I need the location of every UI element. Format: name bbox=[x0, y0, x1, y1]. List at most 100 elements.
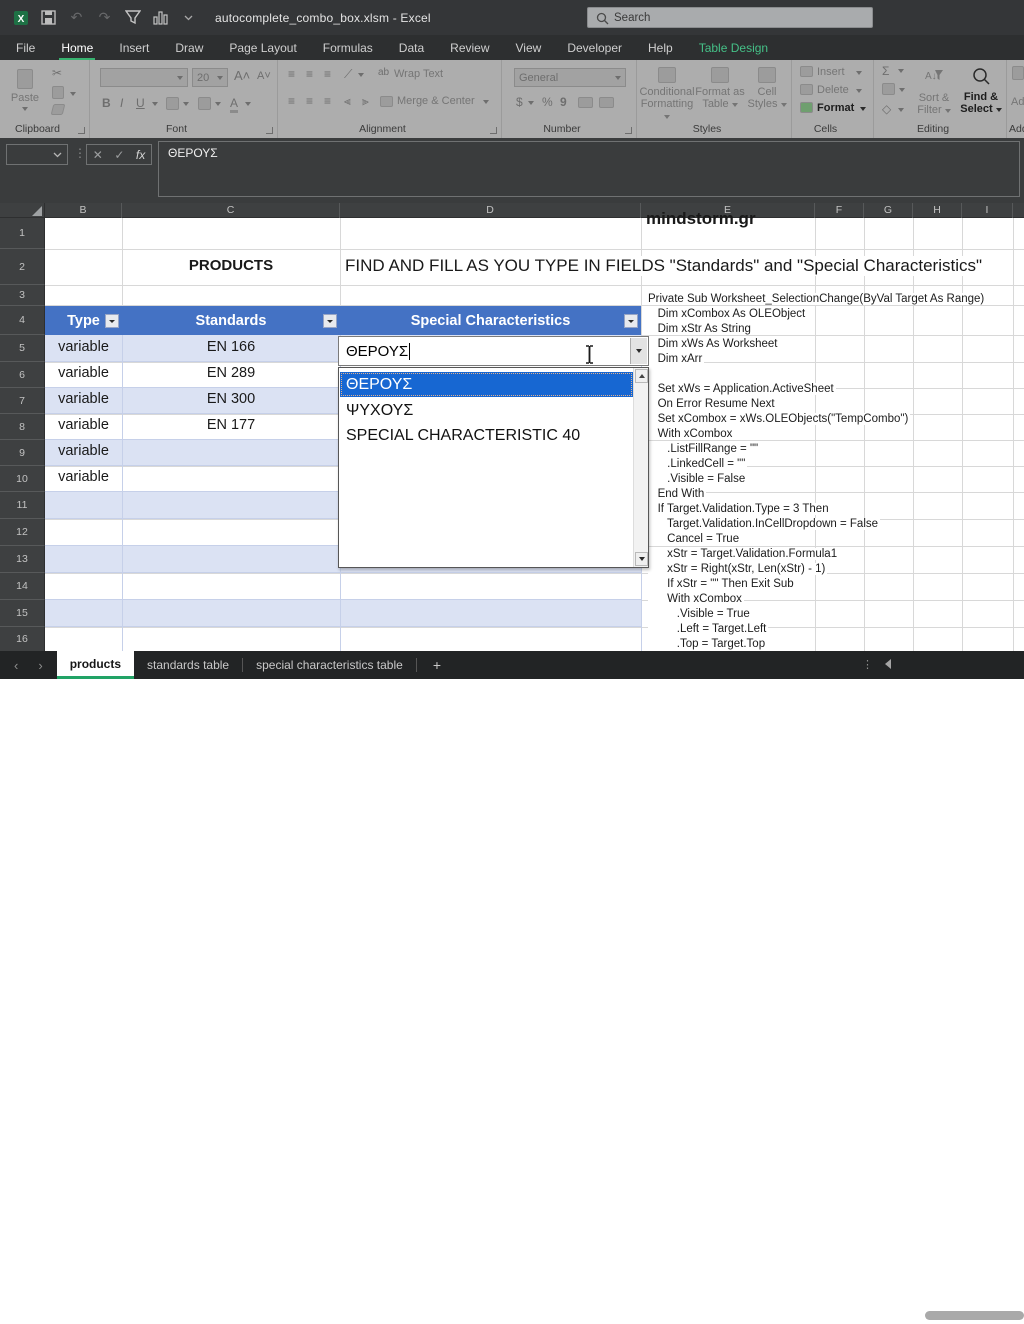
underline-button[interactable]: U bbox=[136, 96, 145, 110]
sheet-tab-standards-table[interactable]: standards table bbox=[134, 651, 242, 679]
tab-page-layout[interactable]: Page Layout bbox=[229, 41, 296, 55]
column-header-D[interactable]: D bbox=[340, 203, 641, 218]
cell-B7[interactable]: variable bbox=[45, 391, 122, 407]
combobox-dropdown-button[interactable] bbox=[630, 338, 647, 364]
column-header-I[interactable]: I bbox=[962, 203, 1013, 218]
format-painter-button[interactable] bbox=[51, 104, 66, 115]
filter-funnel-icon[interactable] bbox=[124, 9, 141, 26]
sort-filter-button[interactable]: A↓ Sort &Filter bbox=[912, 60, 956, 116]
search-box[interactable] bbox=[587, 7, 873, 28]
row-header-12[interactable]: 12 bbox=[0, 519, 45, 546]
dropdown-option-2[interactable]: ΨΥΧΟΥΣ bbox=[340, 398, 633, 423]
orientation-dropdown-icon[interactable] bbox=[358, 73, 364, 77]
dropdown-option-3[interactable]: SPECIAL CHARACTERISTIC 40 bbox=[340, 423, 633, 448]
align-left-button[interactable]: ≡ bbox=[288, 94, 295, 108]
table-header-standards[interactable]: Standards bbox=[122, 306, 340, 335]
cancel-icon[interactable]: ✕ bbox=[93, 148, 103, 162]
clear-dropdown-icon[interactable] bbox=[898, 108, 904, 112]
cell-C2[interactable]: PRODUCTS bbox=[122, 257, 340, 274]
row-header-2[interactable]: 2 bbox=[0, 249, 45, 285]
column-header-B[interactable]: B bbox=[45, 203, 122, 218]
save-icon[interactable] bbox=[40, 9, 57, 26]
column-header-F[interactable]: F bbox=[815, 203, 864, 218]
undo-icon[interactable]: ↶ bbox=[68, 9, 85, 26]
row-header-9[interactable]: 9 bbox=[0, 440, 45, 466]
orientation-button[interactable]: ⟋ bbox=[344, 67, 352, 82]
row-header-4[interactable]: 4 bbox=[0, 306, 45, 335]
next-sheet-icon[interactable]: › bbox=[38, 658, 42, 673]
tab-home[interactable]: Home bbox=[61, 41, 93, 55]
fill-dropdown-icon[interactable] bbox=[899, 88, 905, 92]
dropdown-option-1[interactable]: ΘΕΡΟΥΣ bbox=[340, 372, 633, 397]
copy-button[interactable] bbox=[52, 86, 64, 99]
font-size-combo[interactable]: 20 bbox=[192, 68, 228, 87]
insert-cells-button[interactable]: Insert bbox=[817, 66, 845, 78]
row-header-5[interactable]: 5 bbox=[0, 335, 45, 362]
cell-C6[interactable]: EN 289 bbox=[122, 365, 340, 381]
tab-formulas[interactable]: Formulas bbox=[323, 41, 373, 55]
sheet-tab-special-characteristics-table[interactable]: special characteristics table bbox=[243, 651, 416, 679]
copy-dropdown-icon[interactable] bbox=[70, 92, 76, 96]
worksheet-grid[interactable]: B C D E F G H I 1 2 3 4 5 6 7 8 9 10 11 … bbox=[0, 203, 1024, 651]
cell-D2[interactable]: FIND AND FILL AS YOU TYPE IN FIELDS "Sta… bbox=[345, 256, 982, 276]
enter-icon[interactable]: ✓ bbox=[114, 148, 124, 162]
merge-center-dropdown-icon[interactable] bbox=[483, 100, 489, 104]
row-header-6[interactable]: 6 bbox=[0, 362, 45, 388]
scroll-up-icon[interactable] bbox=[635, 369, 648, 383]
increase-decimal-button[interactable] bbox=[578, 97, 593, 108]
row-header-14[interactable]: 14 bbox=[0, 573, 45, 600]
delete-cells-button[interactable]: Delete bbox=[817, 84, 849, 96]
cell-styles-button[interactable]: CellStyles bbox=[745, 60, 789, 110]
search-input[interactable] bbox=[614, 12, 834, 24]
accounting-dropdown-icon[interactable] bbox=[528, 101, 534, 105]
filter-button-special-characteristics[interactable] bbox=[624, 314, 638, 328]
cell-C7[interactable]: EN 300 bbox=[122, 391, 340, 407]
addins-button[interactable]: Add- bbox=[1011, 96, 1024, 108]
wrap-text-button[interactable]: Wrap Text bbox=[394, 68, 443, 80]
autosum-button[interactable]: Σ bbox=[882, 64, 889, 78]
tabbar-splitter[interactable]: ⋮ bbox=[862, 658, 873, 671]
alignment-dialog-launcher[interactable] bbox=[490, 127, 497, 134]
grow-font-button[interactable]: A˄ bbox=[234, 68, 250, 83]
cell-B5[interactable]: variable bbox=[45, 339, 122, 355]
tab-file[interactable]: File bbox=[16, 41, 35, 55]
format-dropdown-icon[interactable] bbox=[860, 107, 866, 111]
conditional-formatting-button[interactable]: ConditionalFormatting bbox=[639, 60, 695, 122]
combobox-input[interactable]: ΘΕΡΟΥΣ bbox=[338, 336, 649, 366]
accounting-format-button[interactable]: $ bbox=[516, 95, 523, 109]
align-right-button[interactable]: ≡ bbox=[324, 94, 331, 108]
tab-developer[interactable]: Developer bbox=[567, 41, 622, 55]
prev-sheet-icon[interactable]: ‹ bbox=[14, 658, 18, 673]
format-cells-button[interactable]: Format bbox=[817, 102, 854, 114]
align-bottom-button[interactable]: ≡ bbox=[324, 67, 331, 81]
fill-color-dropdown-icon[interactable] bbox=[215, 102, 221, 106]
row-header-7[interactable]: 7 bbox=[0, 388, 45, 414]
cell-B10[interactable]: variable bbox=[45, 469, 122, 485]
comma-style-button[interactable]: 9 bbox=[560, 95, 567, 109]
cut-button[interactable]: ✂ bbox=[52, 66, 62, 80]
row-header-10[interactable]: 10 bbox=[0, 466, 45, 492]
tab-view[interactable]: View bbox=[516, 41, 542, 55]
column-header-C[interactable]: C bbox=[122, 203, 340, 218]
shrink-font-button[interactable]: A˅ bbox=[257, 70, 271, 82]
qat-customize-chevron-icon[interactable] bbox=[180, 9, 197, 26]
fill-button[interactable] bbox=[882, 83, 895, 95]
tab-review[interactable]: Review bbox=[450, 41, 489, 55]
number-format-combo[interactable]: General bbox=[514, 68, 626, 87]
format-as-table-button[interactable]: Format asTable bbox=[695, 60, 745, 110]
font-dialog-launcher[interactable] bbox=[266, 127, 273, 134]
column-header-G[interactable]: G bbox=[864, 203, 913, 218]
filter-button-type[interactable] bbox=[105, 314, 119, 328]
decrease-decimal-button[interactable] bbox=[599, 97, 614, 108]
name-box[interactable] bbox=[6, 144, 68, 165]
delete-dropdown-icon[interactable] bbox=[856, 89, 862, 93]
cell-B8[interactable]: variable bbox=[45, 417, 122, 433]
insert-dropdown-icon[interactable] bbox=[856, 71, 862, 75]
table-header-type[interactable]: Type bbox=[45, 306, 122, 335]
cell-B6[interactable]: variable bbox=[45, 365, 122, 381]
cell-C5[interactable]: EN 166 bbox=[122, 339, 340, 355]
select-all-button[interactable] bbox=[0, 203, 45, 218]
increase-indent-button[interactable]: ⫸ bbox=[362, 94, 369, 109]
borders-dropdown-icon[interactable] bbox=[183, 102, 189, 106]
formula-bar-splitter[interactable]: ⋮ bbox=[74, 146, 86, 160]
